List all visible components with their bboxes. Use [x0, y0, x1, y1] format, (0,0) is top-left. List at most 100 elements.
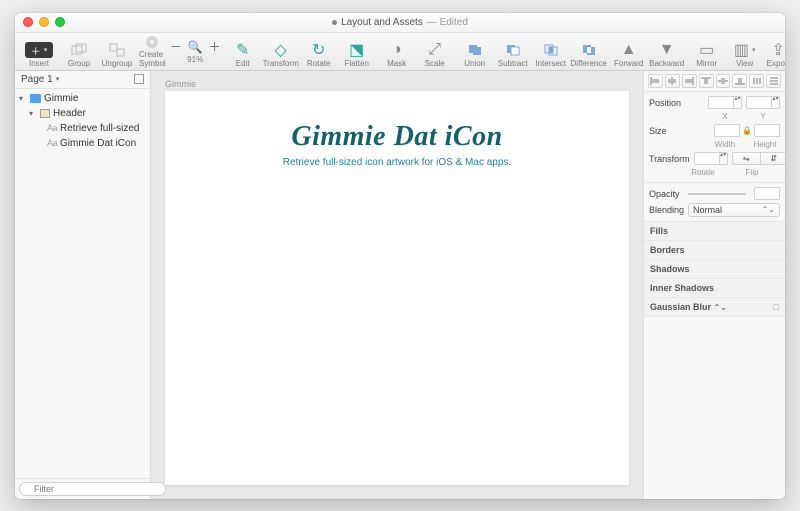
artboard-surface[interactable]: Gimmie Dat iCon Retrieve full-sized icon… [165, 91, 629, 485]
chevron-updown-icon: ⌃⌄ [714, 303, 727, 312]
tree-group-row[interactable]: ▾ Header [15, 106, 150, 121]
headline-text[interactable]: Gimmie Dat iCon [291, 121, 502, 153]
disclosure-triangle-icon[interactable]: ▾ [19, 94, 27, 103]
size-label: Size [649, 126, 667, 136]
align-hcenter-button[interactable] [665, 74, 680, 88]
artboard-grid-icon[interactable] [134, 74, 144, 84]
artboard-name: Gimmie [44, 93, 78, 104]
tree-artboard-row[interactable]: ▾ Gimmie [15, 91, 150, 106]
group-button[interactable]: Group [61, 34, 97, 68]
blending-label: Blending [649, 205, 684, 215]
zoom-button[interactable] [55, 17, 65, 27]
rotate-icon: ↻ [310, 42, 328, 58]
mirror-button[interactable]: ▭Mirror [689, 34, 725, 68]
text-layer-icon: Aa [47, 138, 57, 148]
mask-icon: ◑ [388, 42, 406, 58]
fills-header[interactable]: Fills [644, 222, 785, 241]
chevron-down-icon: ▾ [56, 75, 60, 83]
blending-select[interactable]: Normal⌃⌄ [688, 203, 780, 217]
view-button[interactable]: ▥▾View [727, 34, 763, 68]
align-right-button[interactable] [682, 74, 697, 88]
tree-text-layer-row[interactable]: Aa Gimmie Dat iCon [15, 136, 150, 151]
zoom-control[interactable]: － 🔍 ＋ 91% [170, 38, 221, 64]
inner-shadows-header[interactable]: Inner Shadows [644, 279, 785, 298]
height-input[interactable] [754, 124, 780, 137]
width-input[interactable] [714, 124, 740, 137]
flatten-icon: ⬔ [348, 42, 366, 58]
align-top-button[interactable] [699, 74, 714, 88]
close-button[interactable] [23, 17, 33, 27]
artboard-title[interactable]: Gimmie [151, 71, 643, 91]
forward-button[interactable]: ▲Forward [611, 34, 647, 68]
geometry-section: Position ▴▾▴▾ XY Size 🔒 WidthHeight Tran… [644, 92, 785, 183]
minimize-button[interactable] [39, 17, 49, 27]
transform-button[interactable]: ◇Transform [263, 34, 299, 68]
mirror-icon: ▭ [698, 42, 716, 58]
scale-button[interactable]: ⤢Scale [417, 34, 453, 68]
unsaved-indicator-icon [332, 20, 337, 25]
add-icon[interactable]: □ [774, 302, 779, 312]
flip-v-button[interactable]: ⇵ [760, 152, 785, 165]
page-label: Page 1 [21, 74, 53, 85]
backward-button[interactable]: ▼Backward [649, 34, 685, 68]
subtract-button[interactable]: Subtract [495, 34, 531, 68]
chevron-updown-icon: ⌃⌄ [762, 205, 775, 214]
align-bottom-button[interactable] [732, 74, 747, 88]
flip-h-button[interactable]: ⇋ [732, 152, 760, 165]
position-x-input[interactable] [708, 96, 734, 109]
titlebar: Layout and Assets — Edited [15, 13, 785, 33]
canvas[interactable]: Gimmie Gimmie Dat iCon Retrieve full-siz… [151, 71, 643, 499]
window-title-text: Layout and Assets [341, 17, 423, 28]
align-vcenter-button[interactable] [716, 74, 731, 88]
stepper-icon[interactable]: ▴▾ [734, 96, 742, 109]
create-symbol-icon [143, 34, 161, 49]
export-button[interactable]: ⇪Export [767, 34, 785, 68]
intersect-button[interactable]: Intersect [533, 34, 569, 68]
opacity-input[interactable] [754, 187, 780, 200]
text-layer-icon: Aa [47, 123, 57, 133]
lock-icon[interactable]: 🔒 [742, 126, 752, 135]
edit-button[interactable]: ✎Edit [225, 34, 261, 68]
distribute-h-button[interactable] [749, 74, 764, 88]
forward-icon: ▲ [620, 42, 638, 58]
create-symbol-button[interactable]: Create Symbol [139, 34, 166, 68]
shadows-header[interactable]: Shadows [644, 260, 785, 279]
union-button[interactable]: Union [457, 34, 493, 68]
page-selector[interactable]: Page 1 ▾ [15, 71, 150, 89]
ungroup-button[interactable]: Ungroup [99, 34, 135, 68]
layer-filter-input[interactable] [19, 482, 166, 496]
artboard-icon [30, 94, 41, 103]
flatten-button[interactable]: ⬔Flatten [339, 34, 375, 68]
union-icon [466, 42, 484, 58]
borders-header[interactable]: Borders [644, 241, 785, 260]
folder-icon [40, 109, 50, 118]
rotate-input[interactable] [694, 152, 720, 165]
mask-button[interactable]: ◑Mask [379, 34, 415, 68]
stepper-icon[interactable]: ▴▾ [772, 96, 780, 109]
insert-icon: ＋▾ [25, 42, 53, 58]
disclosure-triangle-icon[interactable]: ▾ [29, 109, 37, 118]
app-window: Layout and Assets — Edited ＋▾ Insert Gro… [15, 13, 785, 499]
align-left-button[interactable] [648, 74, 663, 88]
zoom-out-button[interactable]: － [170, 38, 182, 55]
layer-name: Retrieve full-sized [60, 123, 139, 134]
layer-tree: ▾ Gimmie ▾ Header Aa Retrieve full-sized… [15, 89, 150, 478]
distribute-v-button[interactable] [766, 74, 781, 88]
alignment-row [644, 71, 785, 92]
rotate-button[interactable]: ↻Rotate [301, 34, 337, 68]
window-controls [23, 17, 65, 27]
difference-button[interactable]: Difference [571, 34, 607, 68]
toolbar: ＋▾ Insert Group Ungroup Create Symbol － … [15, 33, 785, 71]
stepper-icon[interactable]: ▴▾ [720, 152, 728, 165]
subline-text[interactable]: Retrieve full-sized icon artwork for iOS… [283, 157, 511, 168]
view-icon: ▥▾ [736, 42, 754, 58]
backward-icon: ▼ [658, 42, 676, 58]
opacity-label: Opacity [649, 189, 680, 199]
gaussian-blur-header[interactable]: Gaussian Blur ⌃⌄ □ [644, 298, 785, 317]
group-icon [70, 42, 88, 58]
zoom-in-button[interactable]: ＋ [209, 38, 221, 55]
insert-button[interactable]: ＋▾ Insert [21, 34, 57, 68]
position-y-input[interactable] [746, 96, 772, 109]
opacity-slider[interactable] [688, 193, 746, 195]
tree-text-layer-row[interactable]: Aa Retrieve full-sized [15, 121, 150, 136]
